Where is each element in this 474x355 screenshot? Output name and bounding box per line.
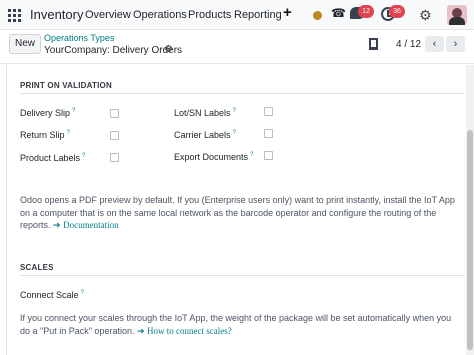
phone-icon[interactable]: ☎	[331, 6, 346, 20]
scrollbar[interactable]	[466, 65, 474, 355]
help-icon[interactable]: ?	[67, 130, 70, 136]
pager-value[interactable]: 4 / 12	[396, 39, 421, 50]
checkbox-return-slip[interactable]	[110, 131, 119, 140]
form-sheet: PRINT ON VALIDATION Delivery Slip? Retur…	[0, 65, 466, 355]
breadcrumb[interactable]: Operations Types	[44, 33, 114, 43]
help-icon[interactable]: ?	[72, 108, 75, 114]
sheet-border	[6, 65, 7, 355]
field-label-carrier-labels: Carrier Labels?	[174, 130, 236, 140]
divider	[20, 275, 464, 276]
print-info-text: Odoo opens a PDF preview by default. If …	[20, 195, 455, 230]
print-section-title: PRINT ON VALIDATION	[20, 81, 112, 90]
checkbox-carrier-labels[interactable]	[264, 129, 273, 138]
messages-badge: 12	[358, 5, 374, 18]
field-label-export-documents: Export Documents?	[174, 152, 254, 162]
help-icon[interactable]: ?	[233, 108, 236, 114]
scales-section-title: SCALES	[20, 263, 54, 272]
menu-operations[interactable]: Operations	[133, 9, 187, 21]
help-icon[interactable]: ?	[82, 153, 85, 159]
field-label-connect-scale: Connect Scale?	[20, 290, 84, 300]
menu-overview[interactable]: Overview	[85, 9, 131, 21]
gear-icon[interactable]: ⚙	[164, 44, 173, 55]
menu-products[interactable]: Products	[188, 9, 231, 21]
chevron-right-icon[interactable]: ›	[446, 36, 465, 52]
field-label-product-labels: Product Labels?	[20, 153, 86, 163]
record-title: YourCompany: Delivery Orders	[44, 45, 183, 56]
activities-badge: 36	[389, 5, 405, 18]
arrow-right-icon: ➔	[53, 220, 61, 230]
field-label-return-slip: Return Slip?	[20, 130, 70, 140]
menu-reporting[interactable]: Reporting	[234, 9, 282, 21]
documentation-link[interactable]: Documentation	[63, 220, 119, 230]
checkbox-product-labels[interactable]	[110, 153, 119, 162]
checkbox-export-documents[interactable]	[264, 151, 273, 160]
help-icon[interactable]: ?	[233, 130, 236, 136]
connect-scales-link[interactable]: How to connect scales?	[147, 326, 232, 336]
company-switch-icon[interactable]: ⚙	[419, 7, 432, 24]
apps-grid-icon[interactable]	[8, 9, 21, 22]
checkbox-delivery-slip[interactable]	[110, 109, 119, 118]
scales-info-text: If you connect your scales through the I…	[20, 313, 452, 336]
field-label-lot-sn-labels: Lot/SN Labels?	[174, 108, 236, 118]
avatar[interactable]	[447, 5, 467, 25]
app-name[interactable]: Inventory	[30, 7, 83, 22]
divider	[20, 93, 464, 94]
status-dot-icon[interactable]	[313, 11, 322, 20]
plus-icon[interactable]: +	[283, 4, 292, 21]
field-label-delivery-slip: Delivery Slip?	[20, 108, 76, 118]
print-icon[interactable]	[369, 38, 378, 50]
control-panel: New Operations Types YourCompany: Delive…	[0, 30, 474, 64]
new-button[interactable]: New	[9, 34, 41, 54]
top-navbar: Inventory Overview Operations Products R…	[0, 0, 474, 30]
help-icon[interactable]: ?	[250, 152, 253, 158]
help-icon[interactable]: ?	[81, 290, 84, 296]
scrollbar-thumb[interactable]	[467, 130, 473, 350]
checkbox-lot-sn-labels[interactable]	[264, 107, 273, 116]
chevron-left-icon[interactable]: ‹	[425, 36, 444, 52]
arrow-right-icon: ➔	[136, 325, 145, 336]
